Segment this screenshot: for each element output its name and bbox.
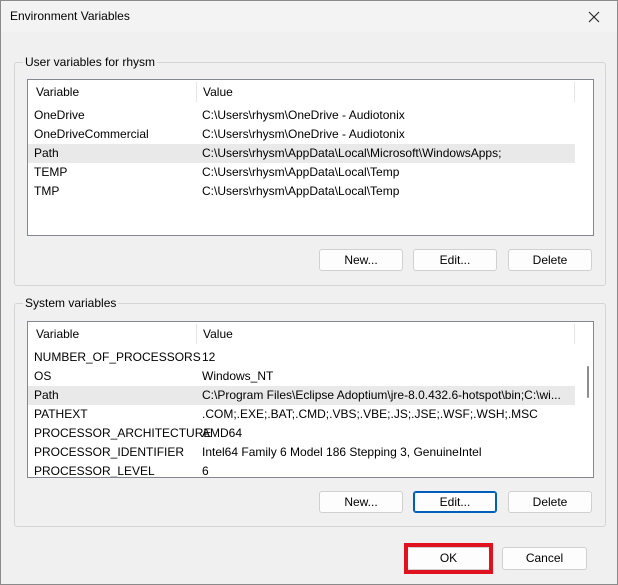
table-row[interactable]: OS Windows_NT bbox=[28, 367, 593, 386]
user-edit-button[interactable]: Edit... bbox=[413, 249, 497, 271]
table-row[interactable]: PROCESSOR_LEVEL 6 bbox=[28, 462, 593, 478]
variable-name: PROCESSOR_IDENTIFIER bbox=[34, 445, 185, 459]
table-row[interactable]: OneDriveCommercial C:\Users\rhysm\OneDri… bbox=[28, 125, 593, 144]
table-row-selected[interactable]: Path C:\Users\rhysm\AppData\Local\Micros… bbox=[28, 144, 575, 163]
variable-value: C:\Program Files\Eclipse Adoptium\jre-8.… bbox=[202, 388, 561, 402]
variable-name: PATHEXT bbox=[34, 407, 88, 421]
table-row[interactable]: OneDrive C:\Users\rhysm\OneDrive - Audio… bbox=[28, 106, 593, 125]
variable-value: AMD64 bbox=[202, 426, 243, 440]
table-row[interactable]: NUMBER_OF_PROCESSORS 12 bbox=[28, 348, 593, 367]
variable-value: Windows_NT bbox=[202, 369, 274, 383]
user-delete-button[interactable]: Delete bbox=[508, 249, 592, 271]
table-row[interactable]: PROCESSOR_IDENTIFIER Intel64 Family 6 Mo… bbox=[28, 443, 593, 462]
title-bar: Environment Variables bbox=[1, 1, 617, 32]
variable-value: 12 bbox=[202, 350, 216, 364]
list-header: Variable Value bbox=[28, 322, 593, 346]
column-header-value[interactable]: Value bbox=[197, 322, 573, 346]
variable-value: C:\Users\rhysm\AppData\Local\Temp bbox=[202, 184, 400, 198]
table-row[interactable]: TEMP C:\Users\rhysm\AppData\Local\Temp bbox=[28, 163, 593, 182]
variable-name: OneDrive bbox=[34, 108, 85, 122]
close-icon bbox=[588, 11, 600, 22]
user-variables-list[interactable]: Variable Value OneDrive C:\Users\rhysm\O… bbox=[27, 79, 594, 236]
table-row-selected[interactable]: Path C:\Program Files\Eclipse Adoptium\j… bbox=[28, 386, 575, 405]
column-header-value[interactable]: Value bbox=[197, 80, 573, 104]
variable-name: Path bbox=[34, 388, 59, 402]
close-button[interactable] bbox=[571, 1, 617, 32]
system-delete-button[interactable]: Delete bbox=[508, 491, 592, 513]
system-list-scrollbar[interactable] bbox=[585, 348, 591, 473]
table-row[interactable]: PROCESSOR_ARCHITECTURE AMD64 bbox=[28, 424, 593, 443]
window-title: Environment Variables bbox=[10, 9, 130, 23]
scrollbar-thumb[interactable] bbox=[587, 366, 589, 398]
variable-name: OneDriveCommercial bbox=[34, 127, 149, 141]
variable-name: PROCESSOR_LEVEL bbox=[34, 464, 155, 478]
variable-value: Intel64 Family 6 Model 186 Stepping 3, G… bbox=[202, 445, 482, 459]
cancel-button[interactable]: Cancel bbox=[502, 547, 587, 570]
list-header: Variable Value bbox=[28, 80, 593, 104]
table-row[interactable]: PATHEXT .COM;.EXE;.BAT;.CMD;.VBS;.VBE;.J… bbox=[28, 405, 593, 424]
system-variables-label: System variables bbox=[23, 296, 119, 310]
variable-value: .COM;.EXE;.BAT;.CMD;.VBS;.VBE;.JS;.JSE;.… bbox=[202, 407, 538, 421]
column-header-variable[interactable]: Variable bbox=[30, 80, 196, 104]
variable-value: C:\Users\rhysm\AppData\Local\Microsoft\W… bbox=[202, 146, 502, 160]
table-row[interactable]: TMP C:\Users\rhysm\AppData\Local\Temp bbox=[28, 182, 593, 201]
user-rows: OneDrive C:\Users\rhysm\OneDrive - Audio… bbox=[28, 106, 593, 201]
variable-name: OS bbox=[34, 369, 52, 383]
variable-name: PROCESSOR_ARCHITECTURE bbox=[34, 426, 212, 440]
variable-name: NUMBER_OF_PROCESSORS bbox=[34, 350, 201, 364]
column-separator[interactable] bbox=[574, 82, 575, 102]
variable-value: 6 bbox=[202, 464, 209, 478]
environment-variables-dialog: Environment Variables User variables for… bbox=[0, 0, 618, 585]
column-separator[interactable] bbox=[574, 324, 575, 344]
variable-value: C:\Users\rhysm\AppData\Local\Temp bbox=[202, 165, 400, 179]
column-header-variable[interactable]: Variable bbox=[30, 322, 196, 346]
variable-value: C:\Users\rhysm\OneDrive - Audiotonix bbox=[202, 108, 405, 122]
system-new-button[interactable]: New... bbox=[319, 491, 403, 513]
system-edit-button[interactable]: Edit... bbox=[413, 491, 497, 513]
user-new-button[interactable]: New... bbox=[319, 249, 403, 271]
system-variables-list[interactable]: Variable Value NUMBER_OF_PROCESSORS 12 O… bbox=[27, 321, 594, 478]
user-variables-label: User variables for rhysm bbox=[23, 55, 158, 69]
variable-name: Path bbox=[34, 146, 59, 160]
ok-highlight-box bbox=[404, 543, 493, 574]
variable-name: TEMP bbox=[34, 165, 68, 179]
variable-name: TMP bbox=[34, 184, 60, 198]
system-rows: NUMBER_OF_PROCESSORS 12 OS Windows_NT Pa… bbox=[28, 348, 593, 478]
variable-value: C:\Users\rhysm\OneDrive - Audiotonix bbox=[202, 127, 405, 141]
